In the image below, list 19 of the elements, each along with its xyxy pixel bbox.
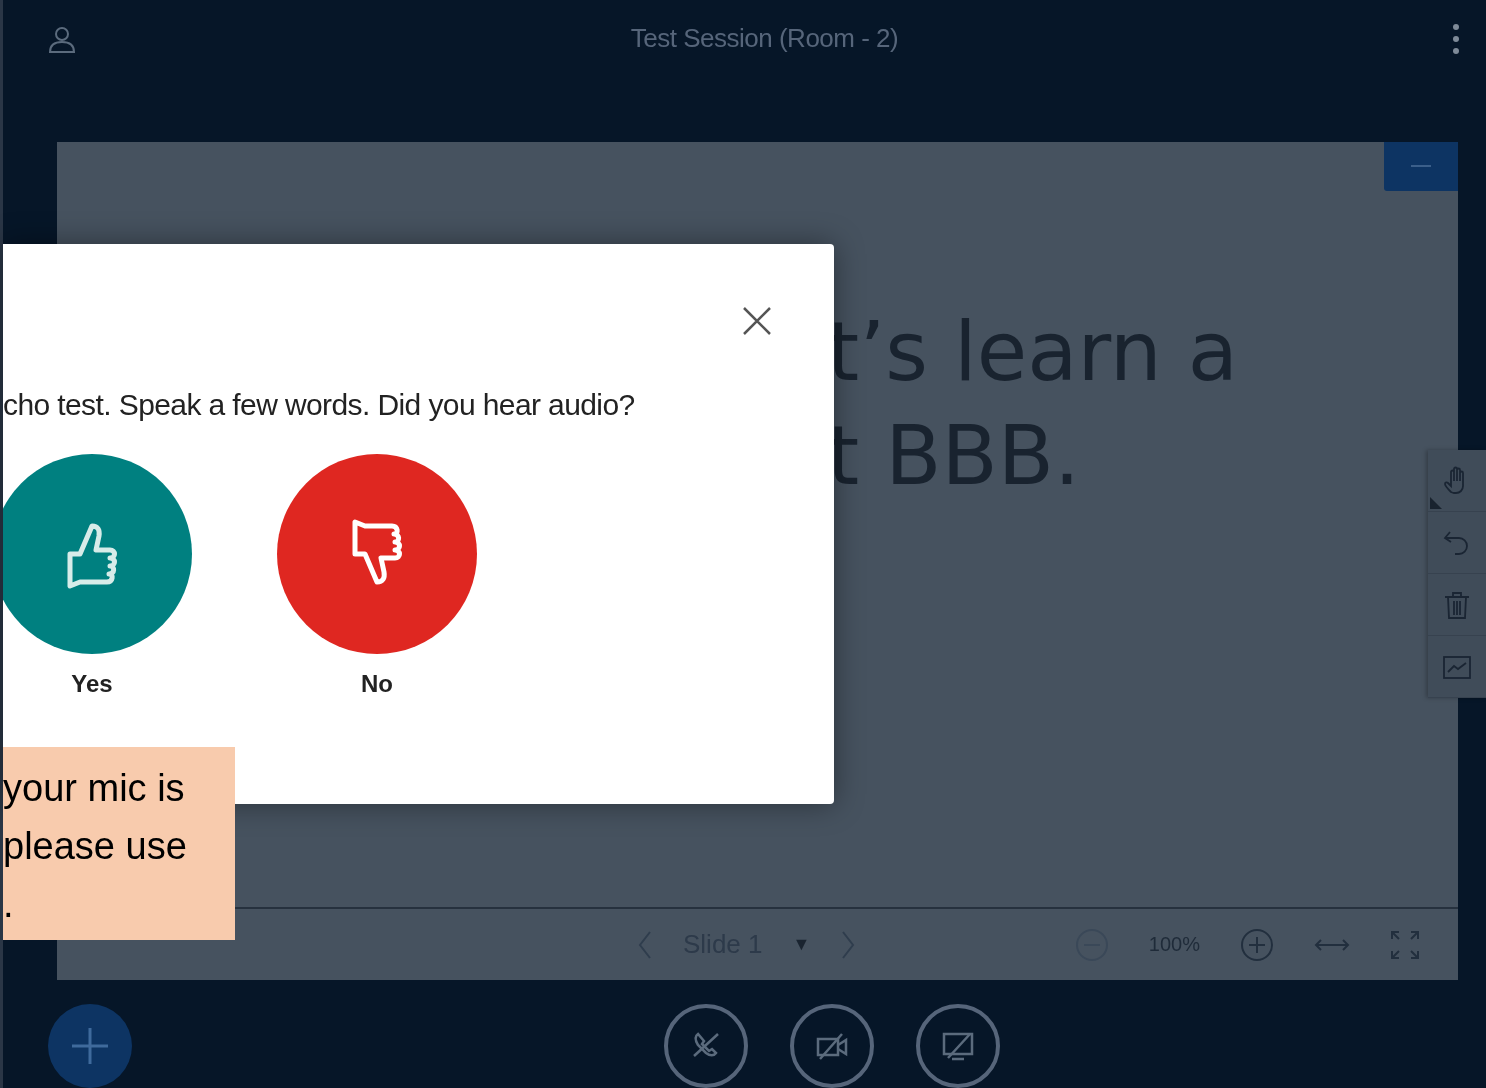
- plus-icon: [70, 1026, 110, 1066]
- zoom-in-icon[interactable]: [1240, 927, 1274, 962]
- fit-width-icon[interactable]: [1314, 938, 1350, 951]
- next-icon[interactable]: [840, 929, 857, 960]
- media-button[interactable]: [664, 1004, 748, 1088]
- answer-label: Yes: [71, 670, 113, 698]
- callout-text: your mic is please use .: [3, 766, 188, 927]
- trash-icon: [1442, 589, 1472, 620]
- dialog-question: cho test. Speak a few words. Did you hear audio?: [3, 388, 635, 422]
- minimize-button[interactable]: [1384, 141, 1458, 191]
- fullscreen-icon[interactable]: [1390, 929, 1420, 960]
- answer-label: No: [361, 670, 393, 698]
- corner-mark: [1430, 497, 1442, 509]
- more-options-icon[interactable]: [1452, 22, 1460, 55]
- session-title: Test Session (Room - 2): [630, 23, 899, 55]
- close-icon[interactable]: [742, 306, 772, 336]
- media-button[interactable]: [790, 1004, 874, 1088]
- previous-icon[interactable]: [637, 929, 653, 960]
- media-button[interactable]: [916, 1004, 1000, 1088]
